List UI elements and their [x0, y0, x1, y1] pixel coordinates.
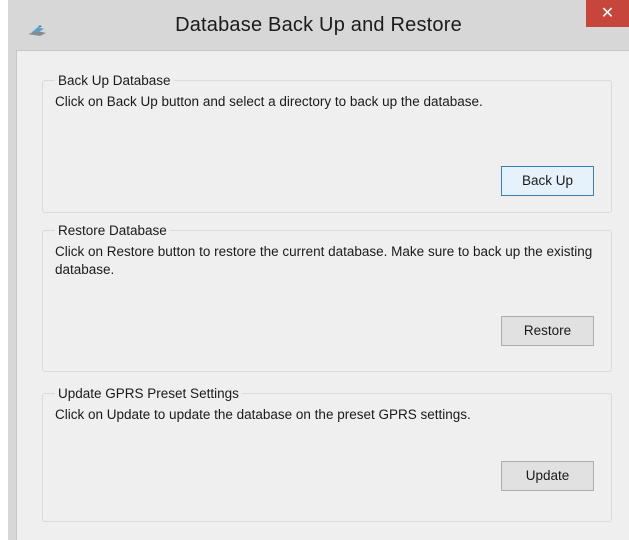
restore-button[interactable]: Restore	[501, 316, 594, 346]
group-title: Back Up Database	[55, 73, 174, 89]
back-up-button[interactable]: Back Up	[501, 166, 594, 196]
dialog-window: Database Back Up and Restore ✕ Back Up D…	[8, 0, 629, 540]
group-title: Update GPRS Preset Settings	[55, 386, 242, 402]
window-title: Database Back Up and Restore	[175, 14, 462, 36]
close-button[interactable]: ✕	[586, 0, 629, 27]
group-title: Restore Database	[55, 223, 170, 239]
title-bar[interactable]: Database Back Up and Restore ✕	[8, 0, 629, 50]
backup-database-group: Back Up Database Click on Back Up button…	[42, 73, 612, 213]
update-gprs-group: Update GPRS Preset Settings Click on Upd…	[42, 386, 612, 522]
restore-database-group: Restore Database Click on Restore button…	[42, 223, 612, 372]
dialog-body: Back Up Database Click on Back Up button…	[16, 50, 629, 540]
group-description: Click on Restore button to restore the c…	[55, 244, 593, 277]
group-description: Click on Update to update the database o…	[55, 407, 471, 422]
close-icon: ✕	[600, 5, 615, 22]
update-button[interactable]: Update	[501, 461, 594, 491]
group-description: Click on Back Up button and select a dir…	[55, 94, 483, 109]
